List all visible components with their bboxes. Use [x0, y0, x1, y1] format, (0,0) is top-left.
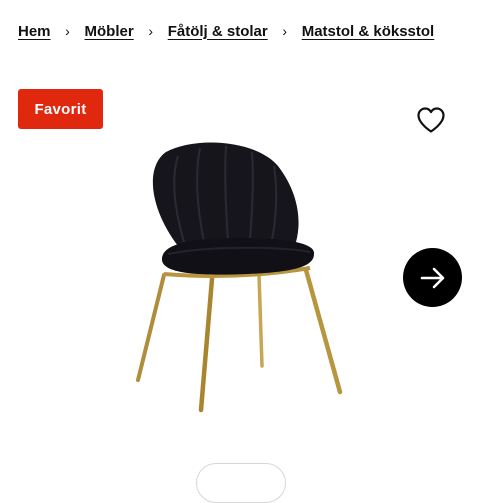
- product-image: [128, 142, 350, 417]
- breadcrumb-separator: ›: [148, 23, 154, 39]
- breadcrumb-link-mobler[interactable]: Möbler: [85, 23, 134, 40]
- breadcrumb-separator: ›: [282, 23, 288, 39]
- breadcrumb-separator: ›: [65, 23, 70, 39]
- heart-outline-icon: [417, 107, 445, 133]
- bottom-pill-button[interactable]: [196, 463, 286, 503]
- breadcrumb-link-matstol-koksstol[interactable]: Matstol & köksstol: [302, 23, 435, 40]
- chair-illustration: [136, 142, 343, 413]
- breadcrumb-link-hem[interactable]: Hem: [18, 23, 51, 40]
- favorit-badge: Favorit: [18, 89, 103, 129]
- next-image-button[interactable]: [403, 248, 462, 307]
- favorite-button[interactable]: [414, 103, 448, 137]
- breadcrumb-link-fatolj-stolar[interactable]: Fåtölj & stolar: [168, 23, 268, 40]
- breadcrumb: Hem › Möbler › Fåtölj & stolar › Matstol…: [18, 20, 434, 42]
- arrow-right-icon: [420, 267, 444, 288]
